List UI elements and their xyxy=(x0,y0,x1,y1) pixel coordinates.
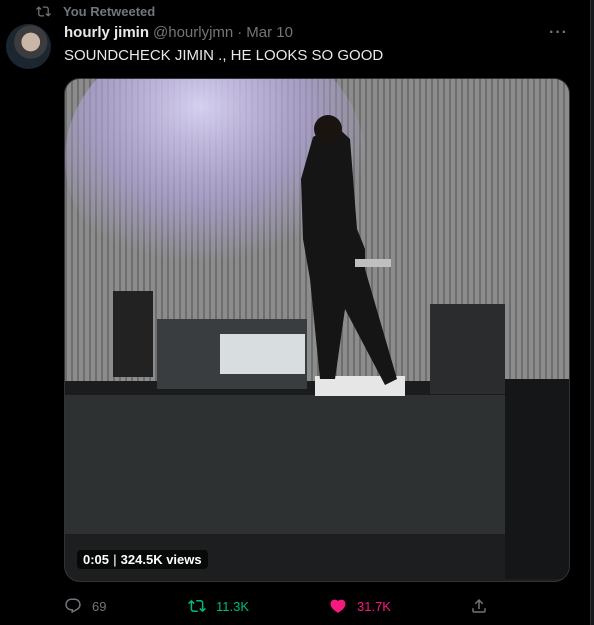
more-options-icon[interactable]: ··· xyxy=(549,24,568,42)
reply-icon xyxy=(65,598,81,614)
tweet[interactable]: You Retweeted hourly jimin @hourlyjmn · … xyxy=(0,0,590,625)
badge-divider: | xyxy=(113,552,117,567)
share-icon xyxy=(472,598,486,613)
retweet-label: You Retweeted xyxy=(63,3,156,19)
retweet-icon xyxy=(36,5,51,17)
like-count: 31.7K xyxy=(357,598,391,614)
tweet-text: SOUNDCHECK JIMIN ., HE LOOKS SO GOOD xyxy=(64,47,384,64)
video-stats-badge: 0:05 | 324.5K views xyxy=(77,550,208,569)
retweet-count: 11.3K xyxy=(216,598,250,614)
author-name[interactable]: hourly jimin xyxy=(64,24,149,41)
like-button[interactable]: 31.7K xyxy=(329,597,391,615)
retweet-context: You Retweeted xyxy=(36,3,155,19)
heart-icon xyxy=(330,599,346,613)
tweet-header: hourly jimin @hourlyjmn · Mar 10 xyxy=(64,24,293,41)
reply-count: 69 xyxy=(92,598,107,614)
separator: · xyxy=(237,24,243,41)
timeline-border xyxy=(590,0,594,625)
author-handle[interactable]: @hourlyjmn xyxy=(153,24,233,41)
share-button[interactable] xyxy=(470,597,488,615)
video-duration: 0:05 xyxy=(83,552,110,567)
action-bar: 69 11.3K 31.7K xyxy=(64,593,504,619)
video-frame xyxy=(65,79,569,581)
video-views: 324.5K views xyxy=(120,552,202,567)
retweet-icon xyxy=(188,599,206,613)
reply-button[interactable]: 69 xyxy=(64,597,106,615)
tweet-date[interactable]: Mar 10 xyxy=(246,24,293,41)
retweet-button[interactable]: 11.3K xyxy=(188,597,249,615)
avatar[interactable] xyxy=(6,24,51,69)
video-player[interactable]: 0:05 | 324.5K views xyxy=(64,78,570,582)
